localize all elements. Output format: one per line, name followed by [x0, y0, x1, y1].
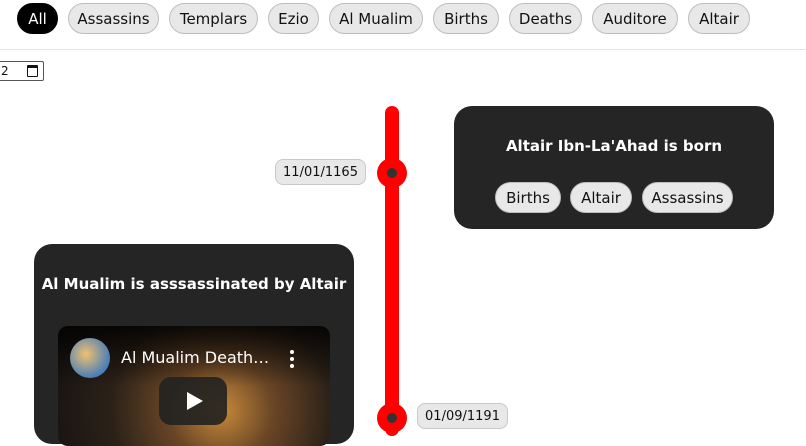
- date-input-value: 2: [1, 64, 9, 78]
- timeline-dot: [377, 403, 407, 433]
- video-title[interactable]: Al Mualim Death…: [121, 348, 281, 367]
- event-title: Al Mualim is asssassinated by Altair: [41, 275, 347, 293]
- channel-avatar-icon[interactable]: [70, 338, 110, 378]
- event-date-badge: 11/01/1165: [275, 159, 366, 185]
- filter-chip-deaths[interactable]: Deaths: [509, 3, 582, 34]
- filter-chip-templars[interactable]: Templars: [169, 3, 258, 34]
- timeline-dot: [377, 158, 407, 188]
- filter-chip-assassins[interactable]: Assassins: [68, 3, 159, 34]
- event-title: Altair Ibn-La'Ahad is born: [505, 137, 723, 155]
- date-input[interactable]: 2: [0, 61, 44, 81]
- filter-bar: All Assassins Templars Ezio Al Mualim Bi…: [0, 0, 806, 50]
- play-button-icon[interactable]: [159, 377, 227, 425]
- filter-chip-altair[interactable]: Altair: [688, 3, 750, 34]
- filter-chip-ezio[interactable]: Ezio: [268, 3, 319, 34]
- filter-chip-auditore[interactable]: Auditore: [592, 3, 678, 34]
- filter-chip-all[interactable]: All: [17, 3, 58, 34]
- event-tag-births[interactable]: Births: [495, 182, 561, 213]
- filter-chip-al-mualim[interactable]: Al Mualim: [329, 3, 423, 34]
- event-tag-altair[interactable]: Altair: [570, 182, 632, 213]
- event-date-badge: 01/09/1191: [417, 403, 508, 429]
- timeline-line: [385, 106, 399, 436]
- calendar-icon[interactable]: [27, 65, 38, 77]
- event-card: Altair Ibn-La'Ahad is born Births Altair…: [454, 106, 774, 229]
- more-options-icon[interactable]: [286, 350, 298, 368]
- video-embed[interactable]: Al Mualim Death…: [58, 326, 330, 446]
- event-tag-assassins[interactable]: Assassins: [642, 182, 733, 213]
- filter-chip-births[interactable]: Births: [433, 3, 499, 34]
- event-card: Al Mualim is asssassinated by Altair Al …: [34, 244, 354, 446]
